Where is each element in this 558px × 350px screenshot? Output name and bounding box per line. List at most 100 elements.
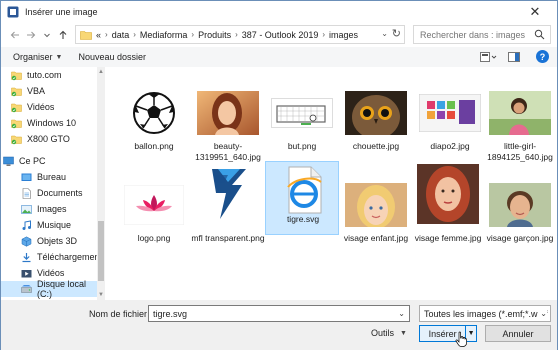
recent-locations-button[interactable]	[39, 27, 55, 43]
breadcrumb: « › data › Mediaforma › Produits › 387 -…	[96, 30, 358, 40]
window-title: Insérer une image	[25, 7, 98, 17]
file-tile[interactable]: ballon.png	[117, 89, 191, 165]
file-name: chouette.jpg	[352, 141, 400, 151]
scrollbar-thumb[interactable]	[98, 221, 104, 281]
file-tile[interactable]: chouette.jpg	[339, 89, 413, 165]
nav-item-label: Musique	[37, 220, 72, 230]
nav-item-label: Bureau	[37, 172, 67, 182]
scroll-up-icon[interactable]: ▲	[98, 69, 104, 75]
title-bar: Insérer une image ✕	[1, 1, 557, 23]
arrow-right-icon	[27, 31, 36, 39]
nav-item-label: Disque local (C:)	[37, 279, 87, 299]
desktop-icon	[21, 173, 32, 181]
breadcrumb-item-data[interactable]: data	[112, 30, 130, 40]
drive-icon	[21, 284, 32, 293]
nav-item-desktop[interactable]: Bureau	[21, 169, 97, 185]
navigation-pane: tuto.com VBA Vidéos Windows 10 X800 GTO …	[1, 67, 105, 300]
portrait-thumbnail	[197, 89, 259, 137]
address-history-dropdown[interactable]: ⌄	[381, 29, 388, 38]
file-tile[interactable]: logo.png	[117, 181, 191, 257]
nav-item-tuto[interactable]: tuto.com	[11, 67, 97, 83]
file-type-select[interactable]: Toutes les images (*.emf;*.wmf ⌄	[419, 305, 551, 322]
forward-button[interactable]	[23, 27, 39, 43]
chevron-right-icon: ›	[235, 30, 238, 39]
file-tile[interactable]: little-girl-1894125_640.jpg	[483, 89, 557, 165]
breadcrumb-prefix[interactable]: «	[96, 30, 101, 40]
file-name: diapo2.jpg	[430, 141, 470, 151]
breadcrumb-item-mediaforma[interactable]: Mediaforma	[140, 30, 188, 40]
up-button[interactable]	[55, 27, 71, 43]
nav-item-pictures[interactable]: Images	[21, 201, 97, 217]
nav-item-vba[interactable]: VBA	[11, 83, 97, 99]
filename-label: Nom de fichier :	[89, 309, 153, 319]
nav-item-label: Vidéos	[37, 268, 65, 278]
file-tile[interactable]: diapo2.jpg	[413, 89, 487, 165]
address-bar[interactable]: « › data › Mediaforma › Produits › 387 -…	[75, 25, 405, 44]
chevron-right-icon: ›	[133, 30, 136, 39]
preview-pane-button[interactable]	[508, 51, 526, 63]
nav-item-label: VBA	[27, 86, 46, 96]
nav-item-label: X800 GTO	[27, 134, 70, 144]
file-name: little-girl-1894125_640.jpg	[487, 141, 553, 162]
breadcrumb-item-images[interactable]: images	[329, 30, 358, 40]
chevron-down-icon[interactable]: ⌄	[398, 309, 405, 318]
file-tile[interactable]: visage femme.jpg	[411, 163, 485, 257]
refresh-icon[interactable]: ↻	[392, 27, 401, 40]
mfl-logo-thumbnail	[197, 163, 259, 225]
organize-label: Organiser	[13, 52, 53, 62]
file-tile[interactable]: but.png	[265, 89, 339, 165]
chevron-down-icon: ⌄	[538, 309, 547, 318]
onedrive-folder-icon	[11, 71, 22, 80]
file-tile[interactable]: visage garçon.jpg	[483, 181, 557, 257]
chevron-right-icon: ›	[191, 30, 195, 39]
search-box	[413, 25, 551, 44]
nav-item-label: Téléchargement	[37, 252, 103, 262]
caret-down-icon: ▼	[55, 53, 63, 61]
search-icon[interactable]	[534, 29, 545, 40]
insert-image-dialog: Insérer une image ✕ « › data › Mediaform…	[0, 0, 558, 350]
nav-item-downloads[interactable]: Téléchargement	[21, 249, 102, 265]
address-row: « › data › Mediaforma › Produits › 387 -…	[1, 23, 557, 47]
nav-item-videos-onedrive[interactable]: Vidéos	[11, 99, 97, 115]
back-button[interactable]	[7, 27, 23, 43]
scroll-down-icon[interactable]: ▼	[98, 292, 104, 298]
nav-scrollbar[interactable]: ▲ ▼	[97, 67, 105, 300]
boy-face-thumbnail	[489, 181, 551, 229]
nav-item-music[interactable]: Musique	[21, 217, 97, 233]
preview-pane-icon	[508, 51, 520, 62]
file-tile-selected[interactable]: tigre.svg	[265, 161, 339, 235]
insert-button[interactable]: Insérer ▼	[419, 325, 477, 342]
nav-item-label: Ce PC	[19, 156, 46, 166]
filename-input[interactable]	[149, 308, 395, 319]
close-button[interactable]: ✕	[513, 1, 557, 23]
file-list: ballon.png beauty-1319951_640.jpg but.pn…	[105, 67, 557, 300]
nav-item-x800gto[interactable]: X800 GTO	[11, 131, 97, 147]
nav-item-windows10[interactable]: Windows 10	[11, 115, 97, 131]
nav-item-3d-objects[interactable]: Objets 3D	[21, 233, 97, 249]
cancel-label: Annuler	[502, 328, 534, 339]
onedrive-folder-icon	[11, 119, 22, 128]
soccer-ball-thumbnail	[123, 89, 185, 137]
search-input[interactable]	[414, 29, 532, 40]
breadcrumb-item-outlook[interactable]: 387 - Outlook 2019	[242, 30, 319, 40]
organize-button[interactable]: Organiser ▼	[13, 52, 62, 62]
slide-thumbnail	[419, 89, 481, 137]
new-folder-button[interactable]: Nouveau dossier	[78, 52, 146, 62]
3d-objects-icon	[21, 236, 32, 247]
chevron-down-icon	[44, 33, 50, 38]
nav-item-documents[interactable]: Documents	[21, 185, 97, 201]
help-icon[interactable]: ?	[536, 50, 549, 63]
cancel-button[interactable]: Annuler	[485, 325, 551, 342]
breadcrumb-item-produits[interactable]: Produits	[198, 30, 231, 40]
file-tile[interactable]: beauty-1319951_640.jpg	[191, 89, 265, 165]
tools-button[interactable]: Outils ▼	[371, 328, 407, 338]
file-tile[interactable]: mfl transparent.png	[191, 163, 265, 257]
nav-item-label: Documents	[37, 188, 83, 198]
nav-item-local-disk[interactable]: Disque local (C:)	[1, 279, 97, 299]
change-view-button[interactable]	[480, 51, 498, 63]
child-face-thumbnail	[345, 181, 407, 229]
file-name: ballon.png	[134, 141, 174, 151]
nav-item-this-pc[interactable]: Ce PC	[3, 153, 97, 169]
file-tile[interactable]: visage enfant.jpg	[339, 181, 413, 257]
folder-icon	[80, 30, 92, 40]
